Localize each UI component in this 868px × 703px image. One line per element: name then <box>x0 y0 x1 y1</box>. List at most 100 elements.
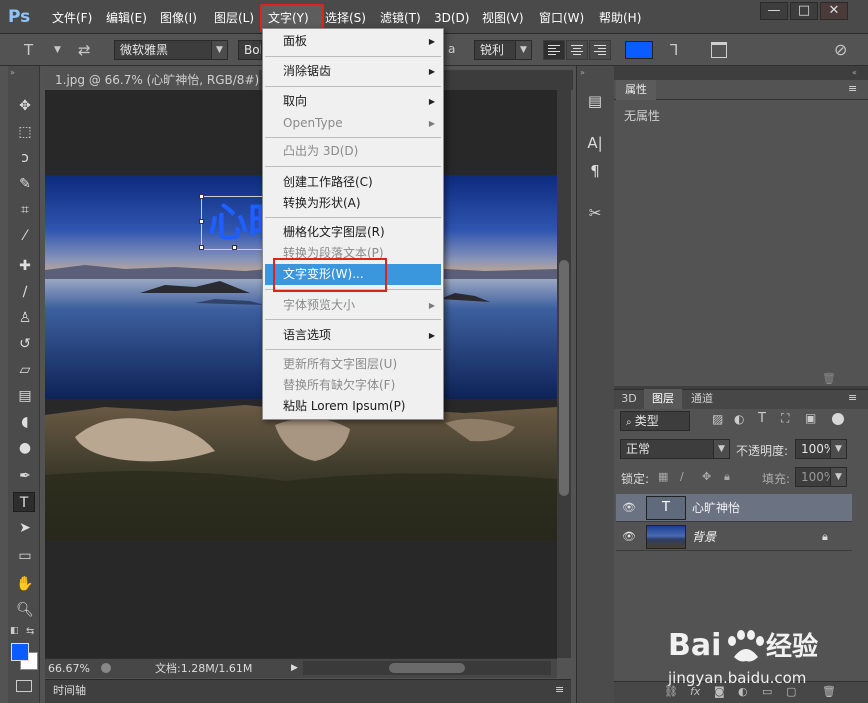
menu-filter[interactable]: 滤镜(T) <box>380 8 421 28</box>
collapse-icon[interactable]: » <box>580 68 585 77</box>
menu-item-paste-lorem-ipsum[interactable]: 粘贴 Lorem Ipsum(P) <box>263 396 443 417</box>
zoom-level[interactable]: 66.67% <box>48 659 90 678</box>
default-colors-icon[interactable]: ◧ <box>10 626 19 636</box>
blend-mode-select[interactable]: 正常 ▼ <box>620 439 730 459</box>
transform-handle[interactable] <box>232 245 237 250</box>
layer-row-background[interactable]: 👁︎ 背景 🔒︎ <box>616 523 852 551</box>
close-window-button[interactable]: ✕ <box>820 2 848 20</box>
chevron-down-icon[interactable]: ▼ <box>54 40 61 60</box>
layer-name[interactable]: 背景 <box>692 523 716 551</box>
move-tool-icon[interactable]: ✥ <box>14 96 36 116</box>
lock-image-icon[interactable]: ∕ <box>680 470 684 483</box>
status-menu-arrow-icon[interactable]: ▶ <box>291 659 298 678</box>
quick-select-tool-icon[interactable]: ✎ <box>14 174 36 194</box>
character-panel-icon[interactable]: A| <box>583 132 607 154</box>
menu-select[interactable]: 选择(S) <box>325 8 366 28</box>
menu-item-orientation[interactable]: 取向 ▶ <box>263 91 443 112</box>
transform-handle[interactable] <box>199 194 204 199</box>
menu-3d[interactable]: 3D(D) <box>434 8 469 28</box>
maximize-button[interactable]: □ <box>790 2 818 20</box>
history-panel-icon[interactable]: ▤ <box>583 90 607 112</box>
minimize-button[interactable]: — <box>760 2 788 20</box>
trash-icon[interactable]: 🗑︎ <box>822 372 836 385</box>
menu-item-create-work-path[interactable]: 创建工作路径(C) <box>263 172 443 193</box>
properties-tab[interactable]: 属性 <box>616 80 656 100</box>
menu-edit[interactable]: 编辑(E) <box>106 8 147 28</box>
lock-all-icon[interactable]: 🔒︎ <box>724 470 730 484</box>
eyedropper-tool-icon[interactable]: ⁄ <box>14 226 36 246</box>
history-brush-tool-icon[interactable]: ↺ <box>14 334 36 354</box>
dodge-tool-icon[interactable]: ● <box>14 438 36 458</box>
text-tool-preset-icon[interactable]: T <box>24 40 33 60</box>
font-style-select[interactable]: Bold <box>238 40 262 60</box>
timeline-panel-bar[interactable]: 时间轴 ≡ <box>45 679 571 703</box>
filter-adjustment-icon[interactable]: ◐ <box>734 412 744 426</box>
foreground-color-swatch[interactable] <box>11 643 29 661</box>
antialias-select[interactable]: 锐利 ▼ <box>474 40 532 60</box>
text-color-swatch[interactable] <box>625 41 653 59</box>
menu-type[interactable]: 文字(Y) <box>268 8 309 28</box>
zoom-tool-icon[interactable]: 🔍︎ <box>14 600 36 620</box>
warp-text-icon[interactable]: Ꞁ <box>670 40 678 60</box>
pen-tool-icon[interactable]: ✒ <box>14 466 36 486</box>
filter-type-icon[interactable]: T <box>758 411 766 426</box>
menu-item-panels[interactable]: 面板 ▶ <box>263 31 443 52</box>
align-left-button[interactable] <box>543 40 565 60</box>
panel-menu-icon[interactable]: ≡ <box>555 680 564 700</box>
clone-stamp-tool-icon[interactable]: ♙ <box>14 308 36 328</box>
lock-position-icon[interactable]: ✥ <box>702 470 711 483</box>
filter-pixel-icon[interactable]: ▨ <box>712 412 723 426</box>
quick-mask-icon[interactable] <box>16 680 32 692</box>
menu-image[interactable]: 图像(I) <box>160 8 197 28</box>
gradient-tool-icon[interactable]: ▤ <box>14 386 36 406</box>
filter-shape-icon[interactable]: ⛶ <box>781 411 789 426</box>
blur-tool-icon[interactable]: ◖ <box>14 412 36 432</box>
tab-3d[interactable]: 3D <box>616 389 642 409</box>
hand-tool-icon[interactable]: ✋ <box>14 574 36 594</box>
panel-menu-icon[interactable]: ≡ <box>848 82 857 95</box>
eraser-tool-icon[interactable]: ▱ <box>14 360 36 380</box>
align-center-button[interactable] <box>566 40 588 60</box>
lock-transparent-icon[interactable]: ▦ <box>658 470 668 483</box>
document-tab[interactable]: 1.jpg @ 66.7% (心旷神怡, RGB/8#) * × <box>45 70 259 90</box>
collapse-icon[interactable]: « <box>852 68 857 77</box>
align-right-button[interactable] <box>589 40 611 60</box>
filter-smart-object-icon[interactable]: ▣ <box>805 411 816 425</box>
brush-tool-icon[interactable]: ∕ <box>14 282 36 302</box>
tab-channels[interactable]: 通道 <box>684 389 720 409</box>
crop-tool-icon[interactable]: ⌗ <box>14 200 36 220</box>
transform-handle[interactable] <box>199 245 204 250</box>
font-family-select[interactable]: 微软雅黑 ▼ <box>114 40 228 60</box>
layer-name[interactable]: 心旷神怡 <box>692 494 740 522</box>
filter-toggle-icon[interactable] <box>832 413 844 425</box>
menu-view[interactable]: 视图(V) <box>482 8 524 28</box>
tab-layers[interactable]: 图层 <box>644 389 682 409</box>
layer-filter-select[interactable]: ⌕ 类型 <box>620 411 690 431</box>
menu-layer[interactable]: 图层(L) <box>214 8 254 28</box>
menu-window[interactable]: 窗口(W) <box>539 8 584 28</box>
path-selection-tool-icon[interactable]: ➤ <box>14 518 36 538</box>
tool-presets-icon[interactable]: ✂ <box>583 202 607 224</box>
text-orientation-icon[interactable]: ⇄ <box>78 40 91 60</box>
menu-item-language-options[interactable]: 语言选项 ▶ <box>263 325 443 346</box>
panel-menu-icon[interactable]: ≡ <box>848 391 857 404</box>
layer-row-text[interactable]: 👁︎ T 心旷神怡 <box>616 494 852 522</box>
menu-item-convert-to-shape[interactable]: 转换为形状(A) <box>263 193 443 214</box>
cancel-icon[interactable]: ⊘ <box>834 40 847 60</box>
menu-item-rasterize-type[interactable]: 栅格化文字图层(R) <box>263 222 443 243</box>
lasso-tool-icon[interactable]: ↄ <box>14 148 36 168</box>
status-info-icon[interactable] <box>101 663 111 673</box>
vertical-scroll-thumb[interactable] <box>559 260 569 496</box>
healing-brush-tool-icon[interactable]: ✚ <box>14 256 36 276</box>
fill-input[interactable]: 100% ▼ <box>795 467 847 487</box>
character-panel-icon[interactable] <box>711 42 727 58</box>
visibility-eye-icon[interactable]: 👁︎ <box>622 530 636 543</box>
marquee-tool-icon[interactable]: ⬚ <box>14 122 36 142</box>
collapse-icon[interactable]: » <box>10 68 15 77</box>
paragraph-panel-icon[interactable]: ¶ <box>583 160 607 182</box>
transform-handle[interactable] <box>199 219 204 224</box>
menu-help[interactable]: 帮助(H) <box>599 8 641 28</box>
horizontal-scroll-thumb[interactable] <box>389 663 465 673</box>
type-tool-icon[interactable]: T <box>13 492 35 512</box>
visibility-eye-icon[interactable]: 👁︎ <box>622 501 636 514</box>
